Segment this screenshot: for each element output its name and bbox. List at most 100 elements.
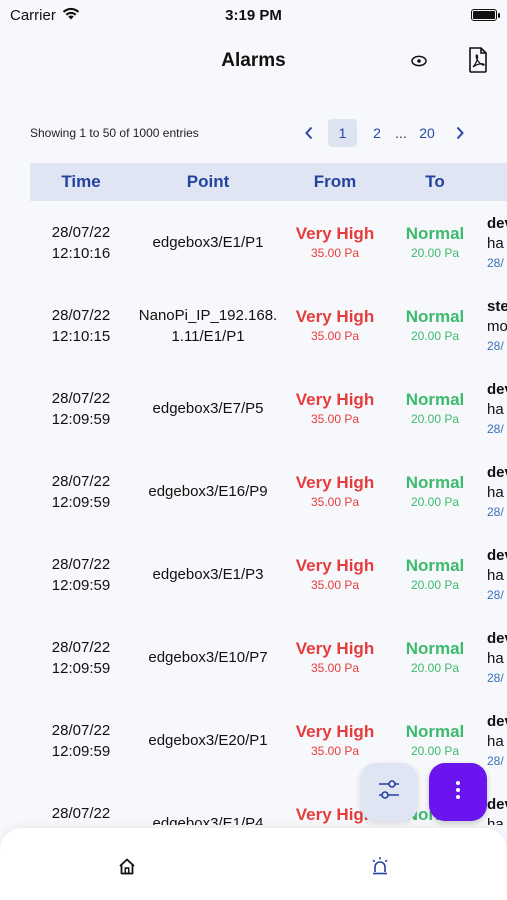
- alarm-date: 28/07/22: [51, 306, 111, 324]
- details-line-2: mo: [487, 317, 507, 335]
- from-value: 35.00 Pa: [284, 825, 386, 826]
- column-header-point[interactable]: Point: [132, 172, 284, 192]
- alarm-clock: 12:09:59: [51, 742, 111, 760]
- point-cell: edgebox3/E10/P7: [148, 649, 268, 666]
- alarm-siren-icon[interactable]: [368, 853, 392, 879]
- to-value: 20.00 Pa: [410, 494, 460, 509]
- alarm-clock: 12:09:59: [51, 410, 111, 428]
- from-level: Very High: [295, 555, 375, 575]
- table-row[interactable]: 28/07/22 12:09:59 edgebox3/E10/P7 Very High…: [30, 616, 507, 699]
- eye-icon[interactable]: [408, 50, 430, 72]
- home-icon[interactable]: [115, 854, 139, 878]
- from-value: 35.00 Pa: [310, 743, 360, 758]
- from-level: Very High: [295, 306, 375, 326]
- to-cell: Normal 20.00 Pa: [386, 556, 484, 594]
- point-cell: edgebox3/E7/P5: [152, 400, 264, 417]
- details-line-3: 28/: [487, 670, 504, 685]
- column-header-to[interactable]: To: [386, 172, 484, 192]
- carrier-label: Carrier: [10, 6, 56, 24]
- to-cell: Normal 20.00 Pa: [386, 224, 484, 262]
- alarm-clock: 12:09:59: [30, 824, 132, 826]
- details-line-2: ha: [487, 732, 504, 750]
- to-value: 20.00 Pa: [410, 743, 460, 758]
- from-value: 35.00 Pa: [310, 245, 360, 260]
- table-row[interactable]: 28/07/22 12:09:59 edgebox3/E16/P9 Very High…: [30, 450, 507, 533]
- carrier-group: Carrier: [10, 7, 80, 24]
- filter-sliders-icon: [377, 779, 401, 806]
- column-header-time[interactable]: Time: [30, 172, 132, 192]
- details-line-2: ha: [487, 234, 504, 252]
- to-cell: Normal 20.00 Pa: [386, 390, 484, 428]
- alarm-date: 28/07/22: [51, 555, 111, 573]
- more-vertical-icon: [455, 780, 461, 805]
- details-line-1: dev: [487, 214, 507, 232]
- table-row[interactable]: 28/07/22 12:10:16 edgebox3/E1/P1 Very High 3…: [30, 201, 507, 284]
- details-line-3: 28/: [487, 587, 504, 602]
- from-cell: Very High 35.00 Pa: [284, 390, 386, 428]
- alarm-date: 28/07/22: [51, 472, 111, 490]
- from-cell: Very High 35.00 Pa: [284, 307, 386, 345]
- from-level: Very High: [295, 721, 375, 741]
- to-level: Normal: [405, 306, 465, 326]
- from-value: 35.00 Pa: [310, 577, 360, 592]
- pagination-ellipsis: ...: [395, 125, 407, 141]
- to-cell: Normal 20.00 Pa: [386, 722, 484, 760]
- alarm-clock: 12:10:15: [51, 327, 111, 345]
- pagination: 1 2 ... 20: [296, 118, 475, 148]
- pagination-row: Showing 1 to 50 of 1000 entries 1 2 ... …: [0, 118, 507, 148]
- from-cell: Very High 35.00 Pa: [284, 639, 386, 677]
- point-cell: edgebox3/E1/P3: [152, 566, 264, 583]
- entries-summary: Showing 1 to 50 of 1000 entries: [30, 126, 199, 140]
- next-page-button[interactable]: [445, 119, 475, 147]
- details-line-3: 28/: [487, 753, 504, 768]
- alarm-date: 28/07/22: [51, 638, 111, 656]
- table-row[interactable]: 28/07/22 12:09:59 edgebox3/E7/P5 Very High 3…: [30, 367, 507, 450]
- time-cell: 28/07/22 12:09:59: [30, 720, 132, 762]
- time-cell: 28/07/22 12:09:59: [30, 637, 132, 679]
- point-cell: edgebox3/E1/P1: [152, 234, 264, 251]
- to-cell: Normal 20.00 Pa: [386, 639, 484, 677]
- alarm-date: 28/07/22: [51, 804, 111, 822]
- time-cell: 28/07/22 12:09:59: [30, 803, 132, 826]
- to-value: 20.00 Pa: [410, 577, 460, 592]
- point-cell: edgebox3/E1/P4: [152, 815, 264, 825]
- from-cell: Very High 35.00 Pa: [284, 556, 386, 594]
- from-cell: Very High 35.00 Pa: [284, 224, 386, 262]
- from-level: Very High: [295, 472, 375, 492]
- table-row[interactable]: 28/07/22 12:09:59 edgebox3/E1/P3 Very High 3…: [30, 533, 507, 616]
- from-level: Very High: [295, 638, 375, 658]
- details-line-1: dev: [487, 795, 507, 813]
- from-cell: Very High 35.00 Pa: [284, 722, 386, 760]
- point-cell: edgebox3/E16/P9: [148, 483, 268, 500]
- from-cell: Very High 35.00 Pa: [284, 473, 386, 511]
- page-2-button[interactable]: 2: [362, 119, 392, 147]
- prev-page-button[interactable]: [296, 119, 322, 147]
- to-level: Normal: [405, 472, 465, 492]
- from-value: 35.00 Pa: [310, 660, 360, 675]
- table-row[interactable]: 28/07/22 12:10:15 NanoPi_IP_192.168.1.11/E…: [30, 284, 507, 367]
- details-line-2: ha: [487, 649, 504, 667]
- details-line-3: 28/: [487, 421, 504, 436]
- alarm-clock: 12:09:59: [51, 659, 111, 677]
- time-cell: 28/07/22 12:09:59: [30, 388, 132, 430]
- page-20-button[interactable]: 20: [412, 119, 442, 147]
- to-level: Normal: [405, 721, 465, 741]
- details-line-2: ha: [487, 566, 504, 584]
- from-level: Very High: [295, 389, 375, 409]
- to-value: 20.00 Pa: [410, 245, 460, 260]
- alarm-date: 28/07/22: [51, 389, 111, 407]
- to-value: 20.00 Pa: [386, 825, 484, 826]
- to-value: 20.00 Pa: [410, 328, 460, 343]
- more-actions-button[interactable]: [429, 763, 487, 821]
- to-level: Normal: [405, 223, 465, 243]
- details-line-1: dev: [487, 629, 507, 647]
- from-value: 35.00 Pa: [310, 328, 360, 343]
- to-level: Normal: [405, 555, 465, 575]
- page-1-button[interactable]: 1: [328, 119, 357, 147]
- column-header-from[interactable]: From: [284, 172, 386, 192]
- details-cell: dev ha 28/: [484, 380, 507, 438]
- filter-button[interactable]: [360, 763, 418, 821]
- from-value: 35.00 Pa: [310, 494, 360, 509]
- alarm-clock: 12:09:59: [51, 576, 111, 594]
- pdf-icon[interactable]: [466, 46, 490, 74]
